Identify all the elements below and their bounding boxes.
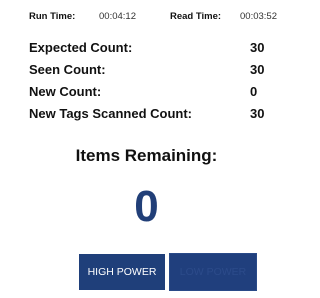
expected-count-row: Expected Count: 30: [29, 40, 275, 62]
new-tags-scanned-count-row: New Tags Scanned Count: 30: [29, 106, 275, 128]
seen-count-label: Seen Count:: [29, 62, 106, 77]
new-tags-scanned-count-label: New Tags Scanned Count:: [29, 106, 192, 121]
new-count-row: New Count: 0: [29, 84, 275, 106]
expected-count-label: Expected Count:: [29, 40, 133, 55]
seen-count-value: 30: [250, 62, 265, 77]
new-count-value: 0: [250, 84, 258, 99]
timer-row: Run Time: 00:04:12 Read Time: 00:03:52: [0, 11, 293, 25]
run-time-value: 00:04:12: [99, 11, 136, 22]
high-power-button[interactable]: HIGH POWER: [79, 254, 165, 290]
read-time-label: Read Time:: [170, 11, 222, 22]
run-time-label: Run Time:: [29, 11, 76, 22]
items-remaining-value: 0: [134, 182, 159, 231]
new-count-label: New Count:: [29, 84, 102, 99]
low-power-button[interactable]: LOW POWER: [169, 253, 257, 291]
read-time-value: 00:03:52: [240, 11, 277, 22]
items-remaining-title: Items Remaining:: [75, 146, 218, 165]
new-tags-scanned-count-value: 30: [250, 106, 265, 121]
seen-count-row: Seen Count: 30: [29, 62, 275, 84]
count-list: Expected Count: 30 Seen Count: 30 New Co…: [29, 40, 275, 128]
expected-count-value: 30: [250, 40, 265, 55]
